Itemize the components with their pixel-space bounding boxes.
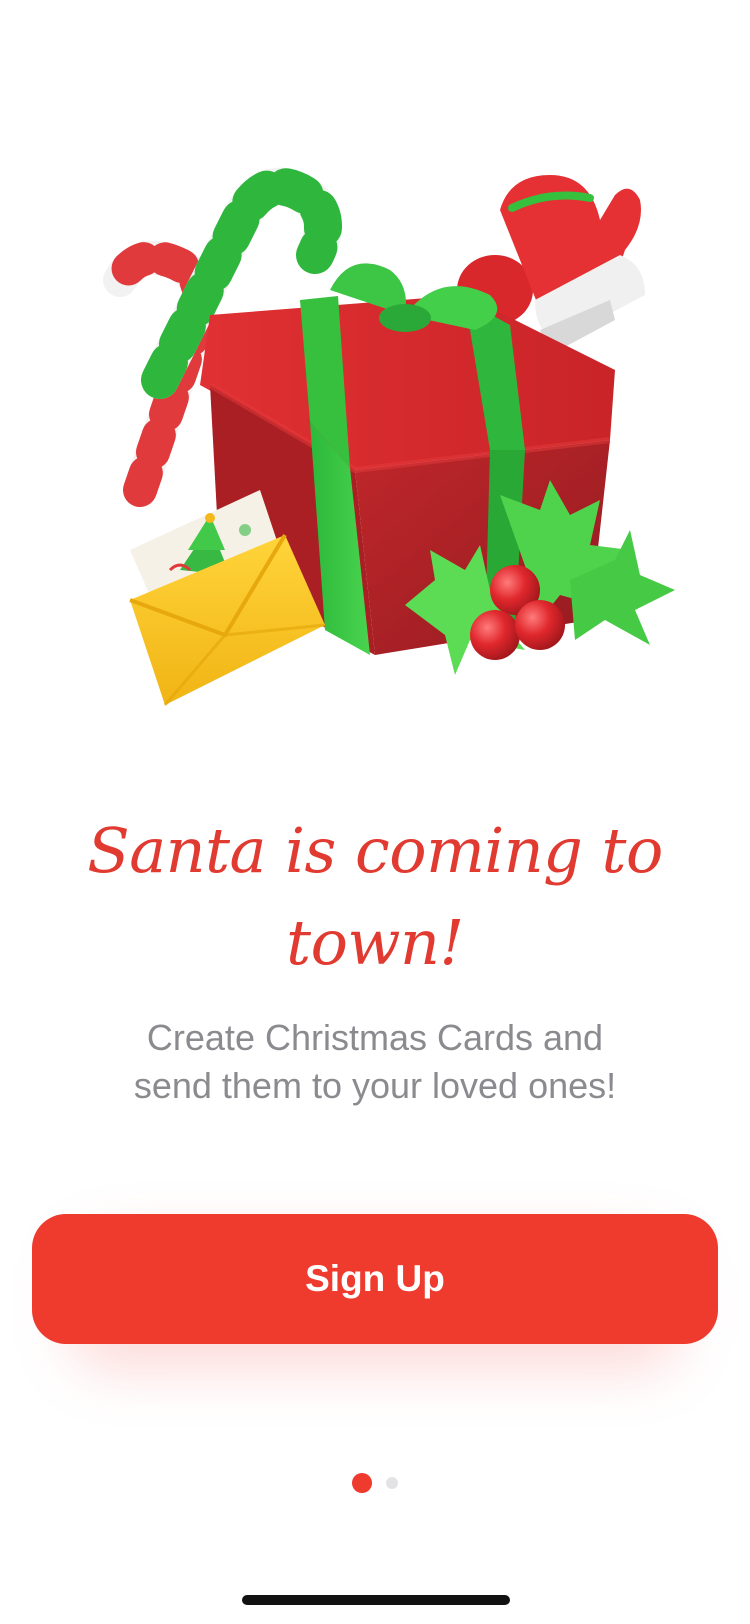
- onboarding-screen: Santa is coming to town! Create Christma…: [0, 0, 750, 1624]
- page-title: Santa is coming to town!: [60, 805, 690, 989]
- home-indicator[interactable]: [242, 1595, 510, 1605]
- page-dot-active[interactable]: [352, 1473, 372, 1493]
- subtitle-line-1: Create Christmas Cards and: [146, 1017, 604, 1058]
- christmas-gift-illustration: [70, 150, 710, 750]
- page-subtitle: Create Christmas Cards and send them to …: [80, 1014, 670, 1110]
- subtitle-line-2: send them to your loved ones!: [133, 1065, 617, 1106]
- page-dot-inactive[interactable]: [386, 1477, 398, 1489]
- page-indicator: [0, 1472, 750, 1494]
- title-line-2: town!: [286, 906, 464, 979]
- sign-up-button[interactable]: Sign Up: [32, 1214, 718, 1344]
- title-line-1: Santa is coming to: [87, 814, 663, 887]
